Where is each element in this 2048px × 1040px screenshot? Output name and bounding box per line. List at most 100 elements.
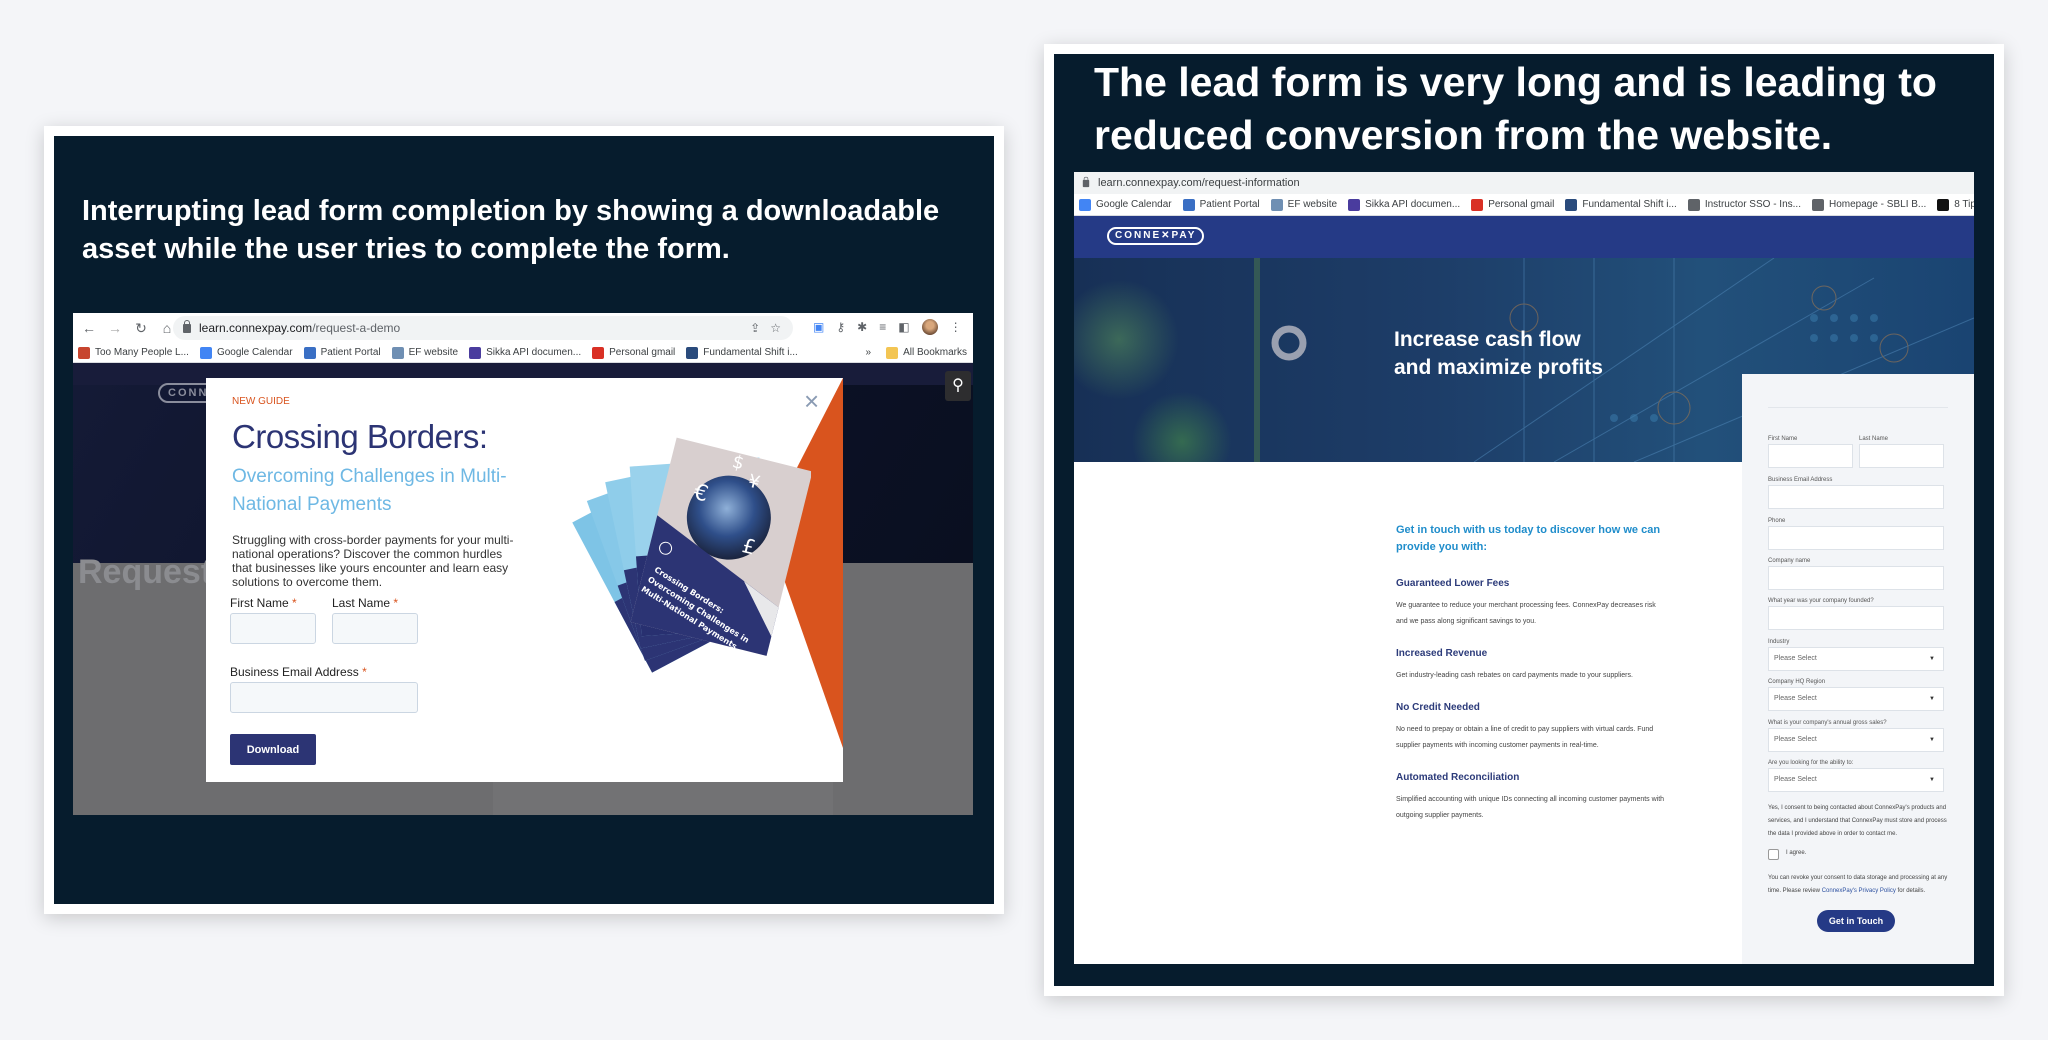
bookmark-item[interactable]: Instructor SSO - Ins... (1687, 198, 1801, 211)
bookmark-label: Instructor SSO - Ins... (1704, 199, 1801, 210)
agree-checkbox[interactable] (1768, 849, 1779, 860)
bookmark-item[interactable]: Patient Portal (303, 346, 381, 359)
consent-text: Yes, I consent to being contacted about … (1768, 805, 1947, 837)
right-slide-title: The lead form is very long and is leadin… (1094, 59, 1937, 158)
guide-popup-modal: NEW GUIDE Crossing Borders: Overcoming C… (206, 378, 843, 782)
bookmark-item[interactable]: Google Calendar (199, 346, 293, 359)
email-label: Business Email Address * (230, 665, 367, 679)
grid-icon (1270, 198, 1283, 211)
bookmark-star-icon[interactable]: ☆ (770, 321, 781, 335)
request-info-form: First Name Last Name Business Email Addr… (1742, 374, 1974, 964)
bookmark-item[interactable]: Personal gmail (592, 346, 675, 359)
reload-icon[interactable]: ↻ (131, 320, 151, 337)
feature-title: Increased Revenue (1396, 648, 1488, 659)
address-bar[interactable]: learn.connexpay.com/request-information (1074, 172, 1974, 194)
looking-for-select[interactable]: Please Select ▼ (1768, 768, 1944, 792)
feature-title: Guaranteed Lower Fees (1396, 578, 1510, 589)
email-label: Business Email Address (1768, 477, 1833, 483)
year-founded-input[interactable] (1768, 606, 1944, 630)
bookmark-label: Personal gmail (1488, 199, 1555, 210)
all-bookmarks-folder[interactable]: All Bookmarks (886, 346, 967, 359)
bookmark-label: EF website (408, 347, 459, 358)
folder-icon (886, 346, 899, 359)
bookmark-item[interactable]: 8 Tips for Crafting (1937, 198, 1974, 211)
bookmark-item[interactable]: Fundamental Shift i... (1565, 198, 1677, 211)
bookmark-item[interactable]: Too Many People L... (78, 346, 189, 359)
request-demo-page: CONN Request ⚲ NEW GUIDE Crossing Border… (73, 363, 973, 815)
connexpay-logo[interactable]: CONNE✕PAY (1107, 227, 1205, 245)
bookmark-item[interactable]: Patient Portal (1182, 198, 1260, 211)
bookmark-item[interactable]: Homepage - SBLI B... (1811, 198, 1926, 211)
last-name-label: Last Name * (332, 596, 399, 610)
side-panel-icon[interactable]: ◧ (898, 320, 909, 334)
puzzle-icon[interactable]: ✱ (857, 320, 867, 334)
company-input[interactable] (1768, 566, 1944, 590)
portal-icon (303, 346, 316, 359)
bookmark-label: Patient Portal (320, 347, 381, 358)
bookmark-item[interactable]: Sikka API documen... (469, 346, 582, 359)
get-in-touch-button[interactable]: Get in Touch (1817, 910, 1895, 932)
feature-text: Get industry-leading cash rebates on car… (1396, 672, 1633, 679)
forward-icon[interactable]: → (105, 320, 125, 336)
left-slide-title: Interrupting lead form completion by sho… (82, 195, 940, 265)
ebook-stack-image: € ¥ £ $ Crossing Borders: Overcoming Cha… (572, 437, 811, 673)
back-icon[interactable]: ← (79, 320, 99, 336)
privacy-policy-link[interactable]: ConnexPay's Privacy Policy (1822, 888, 1896, 894)
media-icon[interactable]: ≡ (879, 320, 886, 334)
first-name-label: First Name * (230, 596, 297, 610)
phone-input[interactable] (1768, 526, 1944, 550)
calendar-icon (1079, 198, 1091, 211)
looking-for-label: Are you looking for the ability to: (1768, 760, 1854, 766)
left-slide: Interrupting lead form completion by sho… (54, 136, 994, 904)
left-browser-screenshot: ← → ↻ ⌂ learn.connexpay.com/request-a-de… (73, 313, 973, 815)
bookmark-label: Fundamental Shift i... (703, 347, 798, 358)
email-input[interactable] (230, 682, 418, 713)
gross-sales-label: What is your company's annual gross sale… (1768, 720, 1887, 726)
bookmark-label: Fundamental Shift i... (1582, 199, 1677, 210)
key-icon[interactable]: ⚷ (836, 320, 845, 334)
bookmark-item[interactable]: EF website (391, 346, 459, 359)
translate-icon[interactable]: ▣ (813, 320, 824, 334)
modal-description: Struggling with cross-border payments fo… (232, 533, 514, 589)
bookmark-item[interactable]: Sikka API documen... (1348, 198, 1461, 211)
first-name-input[interactable] (230, 613, 316, 644)
bookmark-label: Google Calendar (216, 347, 293, 358)
phone-label: Phone (1768, 518, 1786, 524)
grid-icon (391, 346, 404, 359)
right-slide: The lead form is very long and is leadin… (1054, 54, 1994, 986)
caret-down-icon: ▼ (1929, 737, 1935, 743)
company-label: Company name (1768, 558, 1811, 564)
caret-down-icon: ▼ (1929, 777, 1935, 783)
first-name-input[interactable] (1768, 444, 1853, 468)
bookmark-item[interactable]: Google Calendar (1079, 198, 1172, 211)
download-button[interactable]: Download (230, 734, 316, 765)
last-name-input[interactable] (1859, 444, 1944, 468)
bookmark-label: Google Calendar (1096, 199, 1172, 210)
email-input[interactable] (1768, 485, 1944, 509)
bookmark-item[interactable]: EF website (1270, 198, 1338, 211)
industry-select[interactable]: Please Select ▼ (1768, 647, 1944, 671)
bookmark-item[interactable]: Personal gmail (1471, 198, 1555, 211)
feature-text: We guarantee to reduce your merchant pro… (1396, 602, 1656, 625)
close-modal-button[interactable]: × (804, 388, 819, 414)
last-name-input[interactable] (332, 613, 418, 644)
kebab-menu-icon[interactable]: ⋮ (950, 320, 962, 334)
calendar-icon (199, 346, 212, 359)
bookmarks-overflow-button[interactable]: » (866, 347, 872, 358)
bookmark-label: EF website (1287, 199, 1338, 210)
hubspot-sprocket-icon[interactable]: ⚲ (945, 371, 971, 401)
profile-avatar[interactable] (921, 319, 938, 335)
bookmark-label: Sikka API documen... (1365, 199, 1461, 210)
bookmark-label: 8 Tips for Crafting (1954, 199, 1974, 210)
gross-sales-select[interactable]: Please Select ▼ (1768, 728, 1944, 752)
share-icon[interactable]: ⇪ (750, 321, 760, 335)
address-bar[interactable]: learn.connexpay.com/request-a-demo ⇪ ☆ (173, 316, 793, 340)
first-name-label: First Name (1768, 436, 1798, 442)
bookmark-label: Sikka API documen... (486, 347, 582, 358)
hq-region-select[interactable]: Please Select ▼ (1768, 687, 1944, 711)
bookmark-item[interactable]: Fundamental Shift i... (686, 346, 798, 359)
left-slide-card: Interrupting lead form completion by sho… (44, 126, 1004, 914)
feature-title: Automated Reconciliation (1396, 772, 1520, 783)
feature-title: No Credit Needed (1396, 702, 1480, 713)
globe-icon (1687, 198, 1700, 211)
